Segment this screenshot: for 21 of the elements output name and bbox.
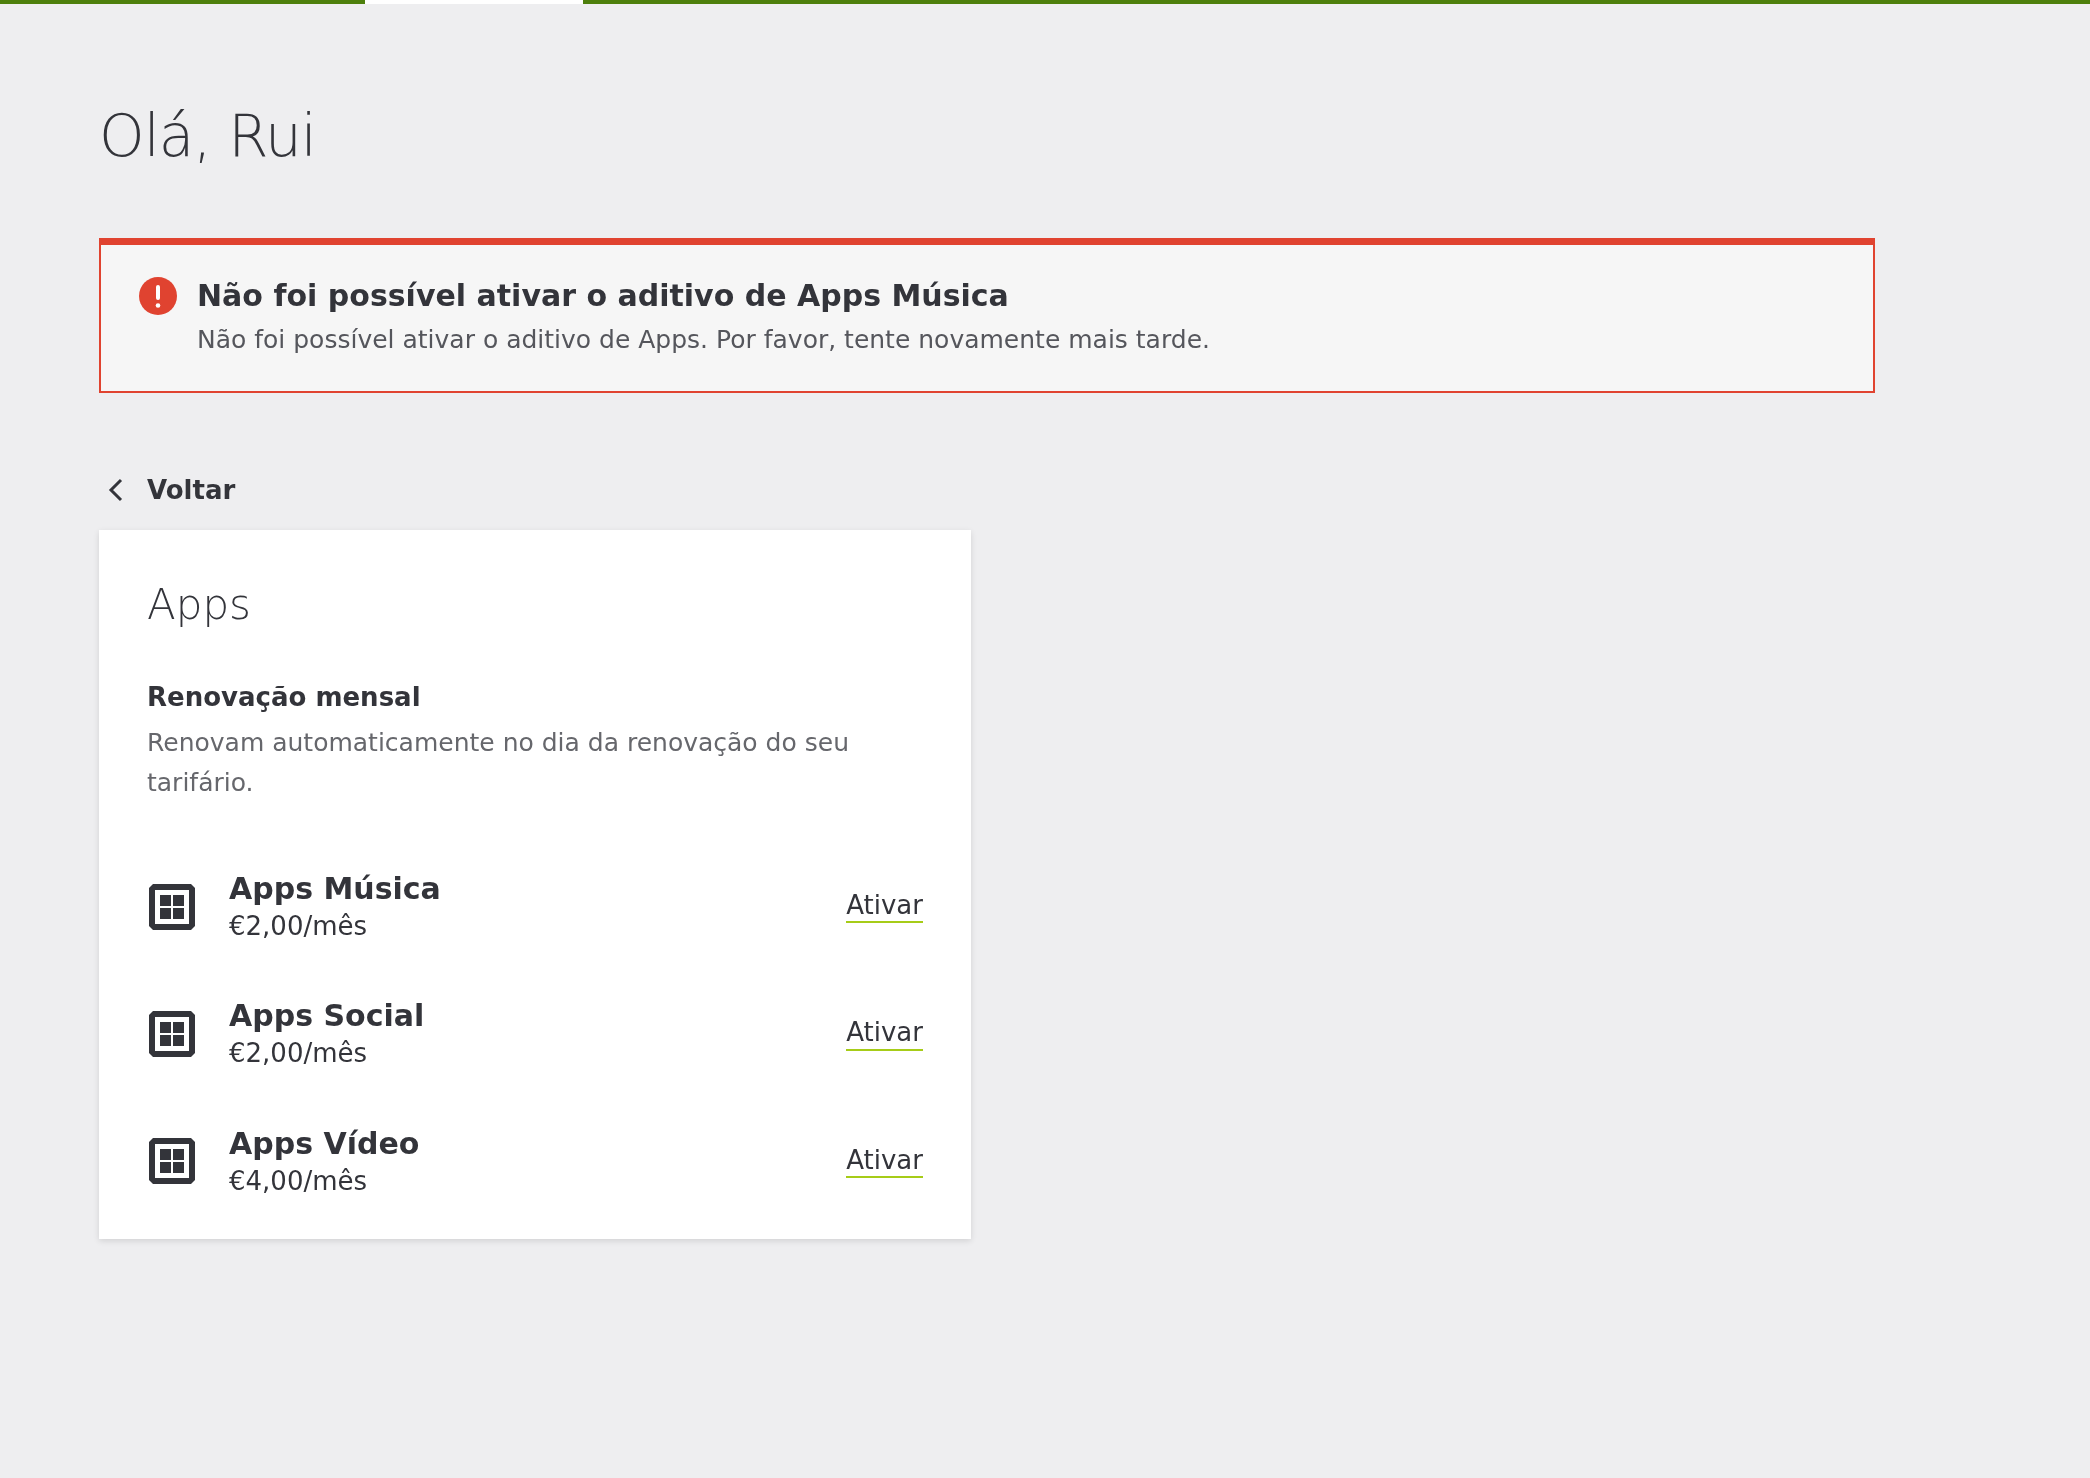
grid-icon [147, 1136, 197, 1187]
item-price: €2,00/mês [229, 910, 369, 943]
page-heading: Olá, Rui [99, 102, 317, 172]
grid-icon [147, 881, 197, 932]
activate-link[interactable]: Ativar [846, 1144, 923, 1179]
grid-icon [147, 1009, 197, 1060]
item-name: Apps Música [229, 870, 442, 908]
item-name: Apps Vídeo [229, 1124, 421, 1163]
item-price: €4,00/mês [229, 1164, 369, 1198]
card-title: Apps [147, 579, 252, 630]
activate-link[interactable]: Ativar [846, 890, 923, 924]
back-link[interactable]: Voltar [107, 470, 236, 510]
alert-message: Não foi possível ativar o aditivo de Apps. Por favor, tente novamente mais tarde. [197, 324, 1210, 357]
alert-title: Não foi possível ativar o aditivo de Apps Música [197, 276, 1010, 315]
activate-link[interactable]: Ativar [846, 1017, 923, 1051]
chevron-left-icon [107, 477, 125, 504]
item-price: €2,00/mês [229, 1037, 369, 1071]
item-name: Apps Social [229, 997, 426, 1036]
section-description: Renovam automaticamente no dia da renovação do seu tarifário. [147, 727, 850, 799]
error-icon [139, 276, 177, 315]
section-title: Renovação mensal [147, 681, 422, 714]
